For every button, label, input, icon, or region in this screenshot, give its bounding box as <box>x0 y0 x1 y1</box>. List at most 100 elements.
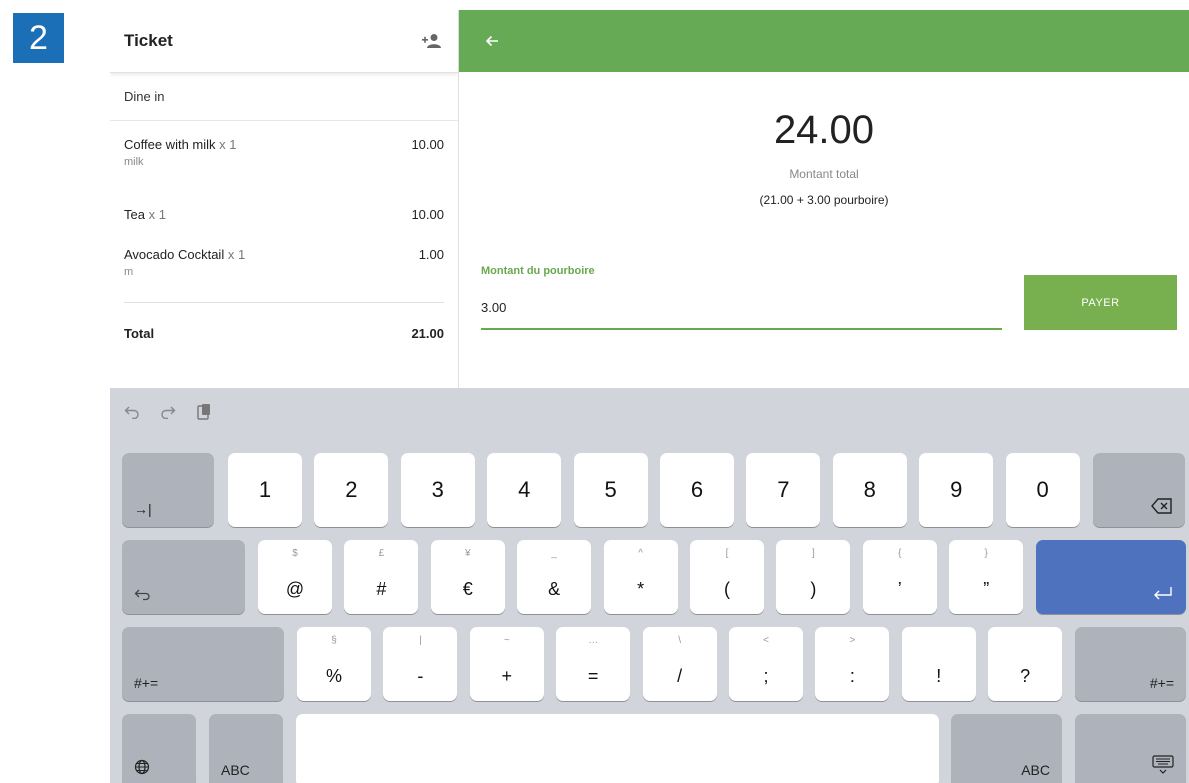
paste-icon[interactable] <box>194 402 214 422</box>
abc-key-left[interactable]: ABC <box>209 714 283 783</box>
ticket-item[interactable]: Avocado Cocktail x 1 1.00 m <box>124 231 444 303</box>
key-2[interactable]: 2 <box>314 453 389 527</box>
key-alt-char: £ <box>378 548 385 559</box>
hide-keyboard-key[interactable] <box>1075 714 1186 783</box>
key-8[interactable]: 8 <box>832 453 907 527</box>
key-4[interactable]: 4 <box>487 453 562 527</box>
on-screen-keyboard: →| #+= #+= ABC ABC 1 2 3 4 5 6 7 8 9 0 $… <box>110 388 1189 783</box>
total-amount-label: Montant total <box>789 167 859 181</box>
symbol-key[interactable]: ? <box>988 627 1063 701</box>
key-alt-char: < <box>763 635 769 646</box>
abc-key-right[interactable]: ABC <box>951 714 1062 783</box>
key-alt-char: ¥ <box>465 548 471 559</box>
item-price: 1.00 <box>418 247 444 262</box>
tip-input[interactable] <box>481 292 1002 330</box>
item-name: Tea <box>124 207 145 222</box>
abc-key-label: ABC <box>221 762 250 778</box>
item-price: 10.00 <box>411 207 444 222</box>
symbol-key[interactable]: }” <box>949 540 1024 614</box>
key-main-char: % <box>325 666 342 686</box>
key-main-char: ! <box>936 666 942 686</box>
backspace-key[interactable] <box>1093 453 1185 527</box>
symbol-key[interactable]: … = <box>556 627 631 701</box>
key-alt-char: § <box>331 635 337 646</box>
key-7[interactable]: 7 <box>746 453 821 527</box>
back-arrow-icon[interactable] <box>481 30 503 52</box>
symbols-key-left[interactable]: #+= <box>122 627 284 701</box>
return-icon <box>1152 585 1174 604</box>
item-qty: x 1 <box>227 247 246 262</box>
symbol-key[interactable]: >: <box>815 627 890 701</box>
ticket-item[interactable]: Tea x 1 10.00 <box>124 191 444 231</box>
step-badge: 2 <box>13 13 64 63</box>
key-alt-char: ~ <box>503 635 510 646</box>
key-9[interactable]: 9 <box>919 453 994 527</box>
symbol-key[interactable]: $ @ <box>258 540 332 614</box>
undo-icon[interactable] <box>122 402 142 422</box>
undo-key-icon <box>134 587 152 604</box>
ticket-header: Ticket <box>110 10 458 73</box>
key-main-char: & <box>548 579 561 599</box>
symbol-key[interactable]: {’ <box>862 540 937 614</box>
key-alt-char: $ <box>292 548 298 559</box>
key-alt-char: … <box>588 635 599 646</box>
key-alt-char: ^ <box>638 548 643 559</box>
key-main-char: : <box>849 666 855 686</box>
symbols-key-right[interactable]: #+= <box>1075 627 1186 701</box>
ticket-total: Total 21.00 <box>110 303 458 341</box>
symbol-key[interactable]: \ / <box>642 627 717 701</box>
symbol-key[interactable]: ! <box>901 627 976 701</box>
undo-key[interactable] <box>122 540 245 614</box>
ticket-panel: Ticket Dine in Coffee with milk x 1 10.0… <box>110 10 459 388</box>
payment-panel: 24.00 Montant total (21.00 + 3.00 pourbo… <box>459 10 1189 388</box>
key-main-char: ; <box>763 666 769 686</box>
key-main-char: ( <box>724 579 730 599</box>
app-bar <box>459 10 1189 72</box>
item-modifier: m <box>124 266 134 278</box>
symbol-key[interactable]: ~ + <box>469 627 544 701</box>
key-alt-char: > <box>849 635 856 646</box>
key-3[interactable]: 3 <box>400 453 475 527</box>
key-alt-char: { <box>898 548 902 559</box>
symbol-key[interactable]: ]) <box>776 540 851 614</box>
symbols-key-label: #+= <box>134 675 159 691</box>
tab-icon: →| <box>134 501 152 517</box>
key-main-char: € <box>462 579 473 599</box>
item-price: 10.00 <box>411 137 444 152</box>
key-main-char: ’ <box>897 579 902 599</box>
add-customer-icon[interactable] <box>418 31 444 51</box>
key-6[interactable]: 6 <box>660 453 734 527</box>
key-5[interactable]: 5 <box>573 453 648 527</box>
symbol-key[interactable]: <; <box>729 627 803 701</box>
key-alt-char: ] <box>812 548 815 559</box>
ticket-item[interactable]: Coffee with milk x 1 10.00 milk <box>124 121 444 191</box>
symbol-key[interactable]: _ & <box>517 540 592 614</box>
symbol-key[interactable]: | - <box>383 627 458 701</box>
symbol-key[interactable]: £ # <box>344 540 419 614</box>
key-main-char: ) <box>810 579 817 599</box>
return-key[interactable] <box>1036 540 1186 614</box>
total-amount: 24.00 <box>773 108 875 152</box>
key-0[interactable]: 0 <box>1005 453 1080 527</box>
globe-key[interactable] <box>122 714 196 783</box>
key-1[interactable]: 1 <box>228 453 302 527</box>
symbols-key-label: #+= <box>1149 675 1174 691</box>
dine-option[interactable]: Dine in <box>110 73 458 121</box>
symbol-key[interactable]: [( <box>690 540 764 614</box>
total-label: Total <box>124 326 155 341</box>
space-bar[interactable] <box>296 714 939 783</box>
amount-breakdown: (21.00 + 3.00 pourboire) <box>759 193 889 207</box>
key-main-char: @ <box>285 579 305 599</box>
abc-key-label: ABC <box>1021 762 1050 778</box>
redo-icon[interactable] <box>158 402 178 422</box>
key-alt-char: [ <box>725 548 729 559</box>
symbol-key[interactable]: ^ * <box>603 540 678 614</box>
item-qty: x 1 <box>148 207 166 222</box>
tab-key[interactable]: →| <box>122 453 214 527</box>
pay-button[interactable]: PAYER <box>1024 275 1177 330</box>
total-value: 21.00 <box>411 326 444 341</box>
key-main-char: - <box>417 666 424 686</box>
key-main-char: # <box>376 579 387 599</box>
symbol-key[interactable]: §% <box>297 627 371 701</box>
symbol-key[interactable]: ¥ € <box>430 540 505 614</box>
